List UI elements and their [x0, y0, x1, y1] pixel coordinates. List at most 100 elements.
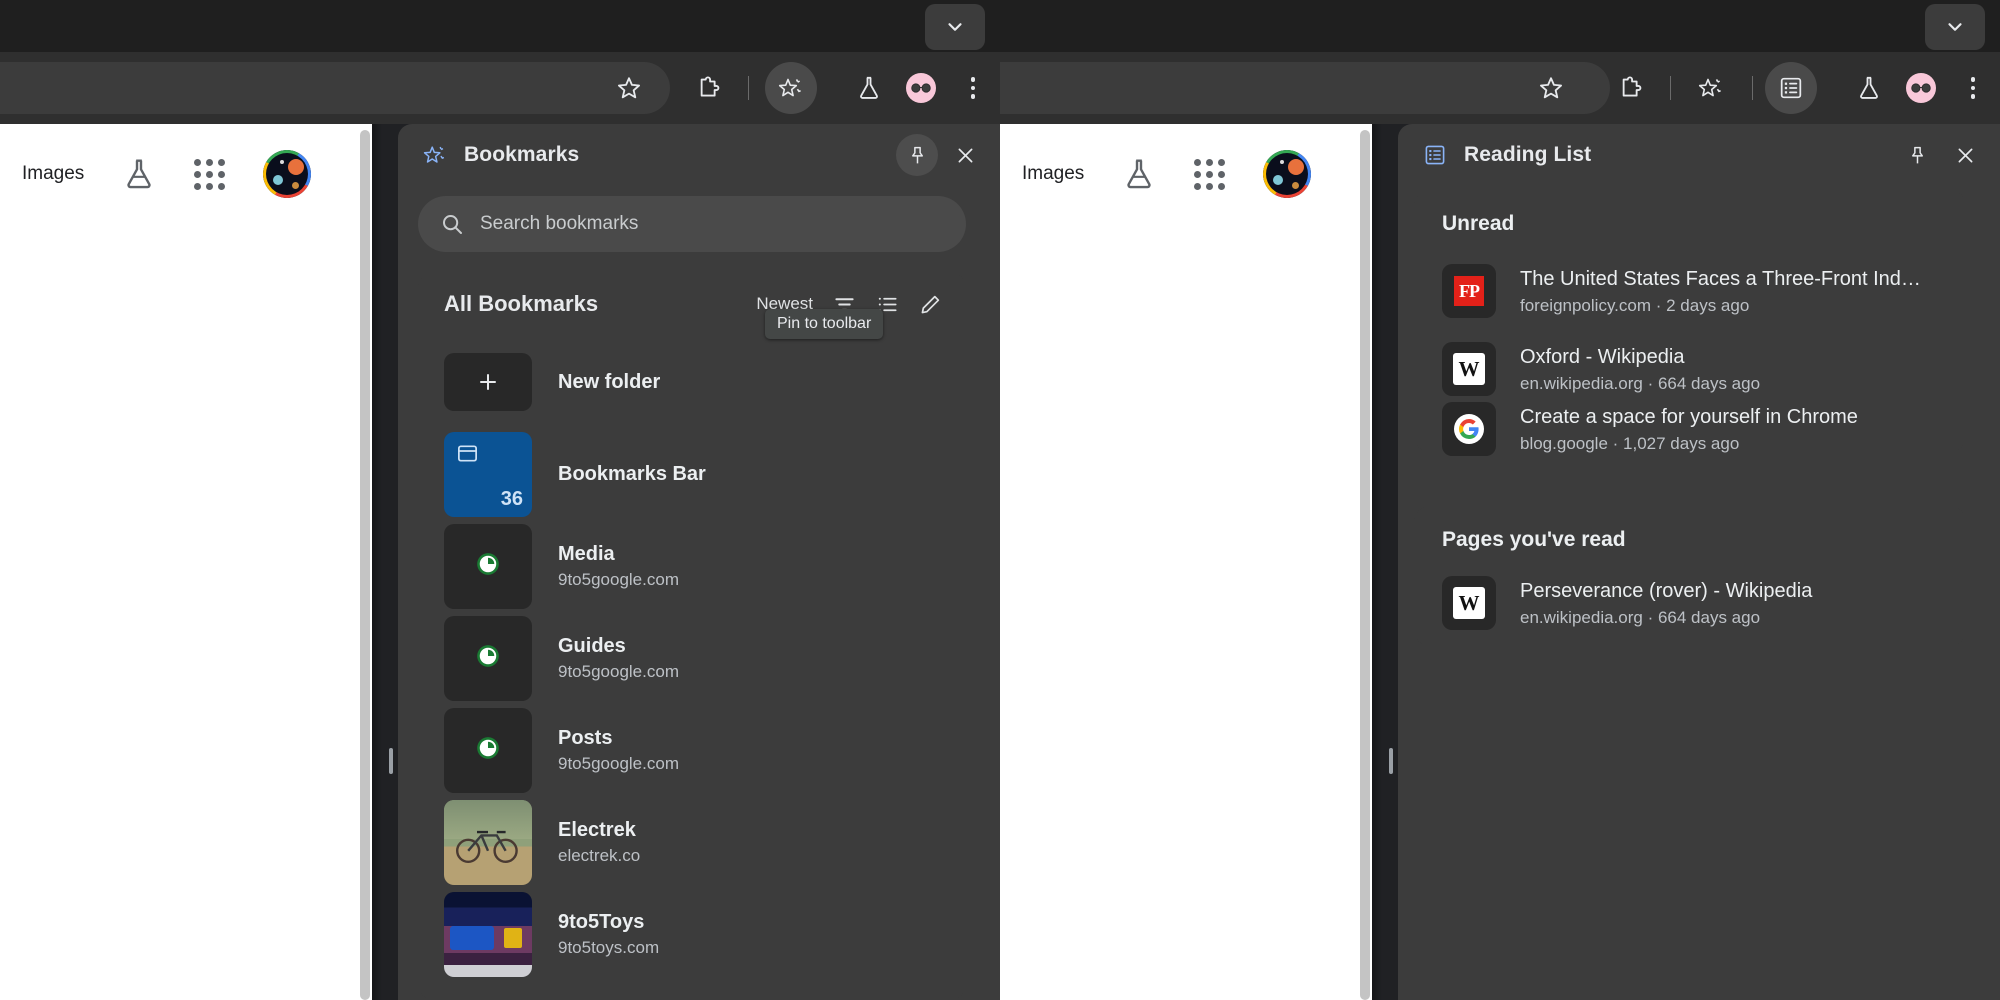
favicon-tile: W: [1442, 342, 1496, 396]
profile-avatar-left[interactable]: [263, 150, 312, 198]
bookmark-row[interactable]: Guides 9to5google.com: [418, 612, 966, 704]
clock-favicon: [475, 643, 501, 674]
reading-list-item[interactable]: FP The United States Faces a Three-Front…: [1442, 252, 1952, 330]
star-icon: [618, 77, 640, 99]
clock-icon: [477, 552, 499, 575]
bookmark-thumb: [444, 707, 532, 793]
search-bookmarks-input[interactable]: Search bookmarks: [418, 196, 966, 252]
three-dot-menu-icon: [1970, 77, 1976, 99]
omnibox-left[interactable]: [0, 62, 670, 114]
tabstrip-chevron-button-right[interactable]: [1925, 4, 1985, 50]
pin-to-toolbar-button[interactable]: [896, 134, 938, 176]
bookmark-title: Electrek: [558, 819, 636, 841]
reading-list-meta: foreignpolicy.com · 2 days ago: [1520, 295, 1750, 315]
pin-to-toolbar-button[interactable]: [1896, 134, 1938, 176]
bookmark-thumb: [444, 891, 532, 977]
bookmarks-panel-button-left[interactable]: [765, 62, 817, 114]
panel-shadow-right: [1372, 124, 1382, 1000]
reading-list-panel-actions: [1896, 134, 1986, 176]
bookmark-title: Bookmarks Bar: [558, 462, 706, 485]
foreignpolicy-favicon: FP: [1454, 276, 1484, 306]
section-heading: Unread: [1442, 212, 1515, 235]
browser-window-left: Images Bookmarks Search bookmarks All Bo…: [0, 0, 1000, 1000]
screenshot-root: Images Bookmarks Search bookmarks All Bo…: [0, 0, 2000, 1000]
reading-list-item[interactable]: Create a space for yourself in Chrome bl…: [1442, 390, 1952, 468]
new-folder-button[interactable]: [444, 353, 532, 411]
labs-button-right[interactable]: [1843, 62, 1895, 114]
bookmarks-side-panel: Bookmarks Search bookmarks All Bookmarks…: [398, 124, 1000, 1000]
bookmark-star-button-left[interactable]: [603, 62, 655, 114]
sunglasses-icon: [1911, 83, 1931, 93]
images-link-left[interactable]: Images: [22, 163, 84, 185]
tabstrip-chevron-button-left[interactable]: [925, 4, 985, 50]
bookmark-row-folder[interactable]: 36 Bookmarks Bar: [418, 428, 966, 520]
scrollbar-thumb[interactable]: [1360, 130, 1370, 1000]
bookmark-row[interactable]: Posts 9to5google.com: [418, 704, 966, 796]
reading-list-title: Oxford - Wikipedia: [1520, 345, 1685, 368]
bookmark-row[interactable]: 9to5Toys 9to5toys.com: [418, 888, 966, 980]
images-link-right[interactable]: Images: [1022, 163, 1084, 185]
labs-button-left[interactable]: [843, 62, 895, 114]
bookmarks-sparkle-icon: [1698, 78, 1721, 97]
clock-favicon: [475, 551, 501, 582]
omnibox-right[interactable]: [1000, 62, 1610, 114]
labs-icon-page-left[interactable]: [122, 157, 156, 191]
star-icon: [1540, 77, 1562, 99]
scrollbar-thumb[interactable]: [360, 130, 370, 1000]
extensions-button-right[interactable]: [1605, 62, 1657, 114]
apps-grid-icon-right[interactable]: [1194, 158, 1226, 190]
close-panel-button[interactable]: [1944, 134, 1986, 176]
toolbar-divider-right-1: [1670, 76, 1671, 100]
bookmark-domain: 9to5google.com: [558, 754, 679, 773]
bookmarks-panel-button-right[interactable]: [1685, 62, 1737, 114]
page-scrollbar-left[interactable]: [358, 124, 372, 1000]
pin-icon: [1911, 146, 1923, 163]
profile-avatar-icon: [1906, 73, 1936, 103]
panel-shadow-left: [372, 124, 382, 1000]
apps-grid-icon-left[interactable]: [194, 158, 226, 190]
bookmark-star-button-right[interactable]: [1525, 62, 1577, 114]
page-scrollbar-right[interactable]: [1358, 124, 1372, 1000]
folder-tile: 36: [444, 431, 532, 517]
extensions-button-left[interactable]: [683, 62, 735, 114]
bookmarks-sparkle-icon: [778, 78, 801, 97]
toolbar-divider-left: [748, 76, 749, 100]
bookmark-domain: 9to5google.com: [558, 662, 679, 681]
bookmarks-panel-title: Bookmarks: [464, 143, 580, 166]
browser-window-right: Images Reading List Unread FP The United…: [1000, 0, 2000, 1000]
page-content-right: Images: [1000, 124, 1358, 1000]
chrome-menu-button-right[interactable]: [1947, 62, 1999, 114]
reading-list-item[interactable]: W Perseverance (rover) - Wikipedia en.wi…: [1442, 564, 1952, 642]
search-icon: [443, 215, 462, 234]
chrome-menu-button-left[interactable]: [947, 62, 999, 114]
folder-item-count: 36: [500, 487, 523, 510]
toolbar-divider-right-2: [1752, 76, 1753, 100]
favicon-tile: FP: [1442, 264, 1496, 318]
bookmark-row[interactable]: Electrek electrek.co: [418, 796, 966, 888]
clock-favicon: [475, 735, 501, 766]
google-page-header-left: Images: [0, 144, 358, 204]
bookmark-thumb: [444, 799, 532, 885]
edit-bookmarks-button[interactable]: [919, 293, 942, 316]
close-panel-button[interactable]: [944, 134, 986, 176]
bookmark-row[interactable]: Media 9to5google.com: [418, 520, 966, 612]
reading-list-button-right[interactable]: [1765, 62, 1817, 114]
bookmark-domain: electrek.co: [558, 846, 641, 865]
labs-icon-page-right[interactable]: [1122, 157, 1156, 191]
profile-button-right[interactable]: [1895, 62, 1947, 114]
bookmarks-sparkle-icon: [420, 140, 450, 170]
bicycle-icon: [455, 830, 518, 863]
flask-icon: [127, 159, 151, 189]
avatar-image: [1266, 153, 1309, 195]
all-bookmarks-card: All Bookmarks Newest New folder 36 Bookm…: [418, 272, 966, 1000]
new-folder-row[interactable]: New folder: [418, 336, 966, 428]
profile-avatar-right[interactable]: [1263, 150, 1312, 198]
bookmark-title: Guides: [558, 635, 626, 657]
edit-pencil-icon: [921, 295, 940, 313]
reading-list-meta: en.wikipedia.org · 664 days ago: [1520, 607, 1761, 627]
new-folder-label: New folder: [558, 370, 661, 393]
profile-button-left[interactable]: [895, 62, 947, 114]
clock-icon: [477, 644, 499, 667]
chevron-down-icon: [948, 23, 962, 31]
pin-icon: [911, 146, 923, 163]
